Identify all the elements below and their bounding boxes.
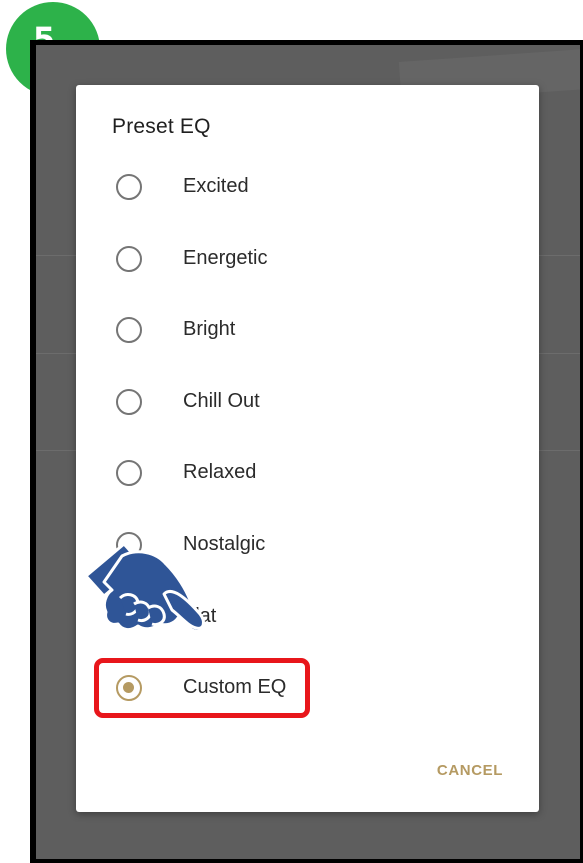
option-label: Bright <box>183 318 236 340</box>
option-bright[interactable]: Bright <box>76 300 539 360</box>
option-label: Relaxed <box>183 461 257 483</box>
option-label: Chill Out <box>183 390 260 412</box>
option-relaxed[interactable]: Relaxed <box>76 443 539 503</box>
radio-button-icon[interactable] <box>116 317 142 343</box>
radio-button-icon[interactable] <box>116 174 142 200</box>
cancel-button[interactable]: CANCEL <box>437 762 503 779</box>
option-label: Energetic <box>183 247 268 269</box>
radio-button-icon[interactable] <box>116 389 142 415</box>
pointing-hand-icon <box>84 542 205 633</box>
dialog-title: Preset EQ <box>112 115 211 138</box>
radio-button-icon[interactable] <box>116 460 142 486</box>
radio-button-icon[interactable] <box>116 246 142 272</box>
option-excited[interactable]: Excited <box>76 157 539 217</box>
option-energetic[interactable]: Energetic <box>76 229 539 289</box>
highlight-box <box>94 658 310 718</box>
option-label: Excited <box>183 175 249 197</box>
option-chill-out[interactable]: Chill Out <box>76 372 539 432</box>
